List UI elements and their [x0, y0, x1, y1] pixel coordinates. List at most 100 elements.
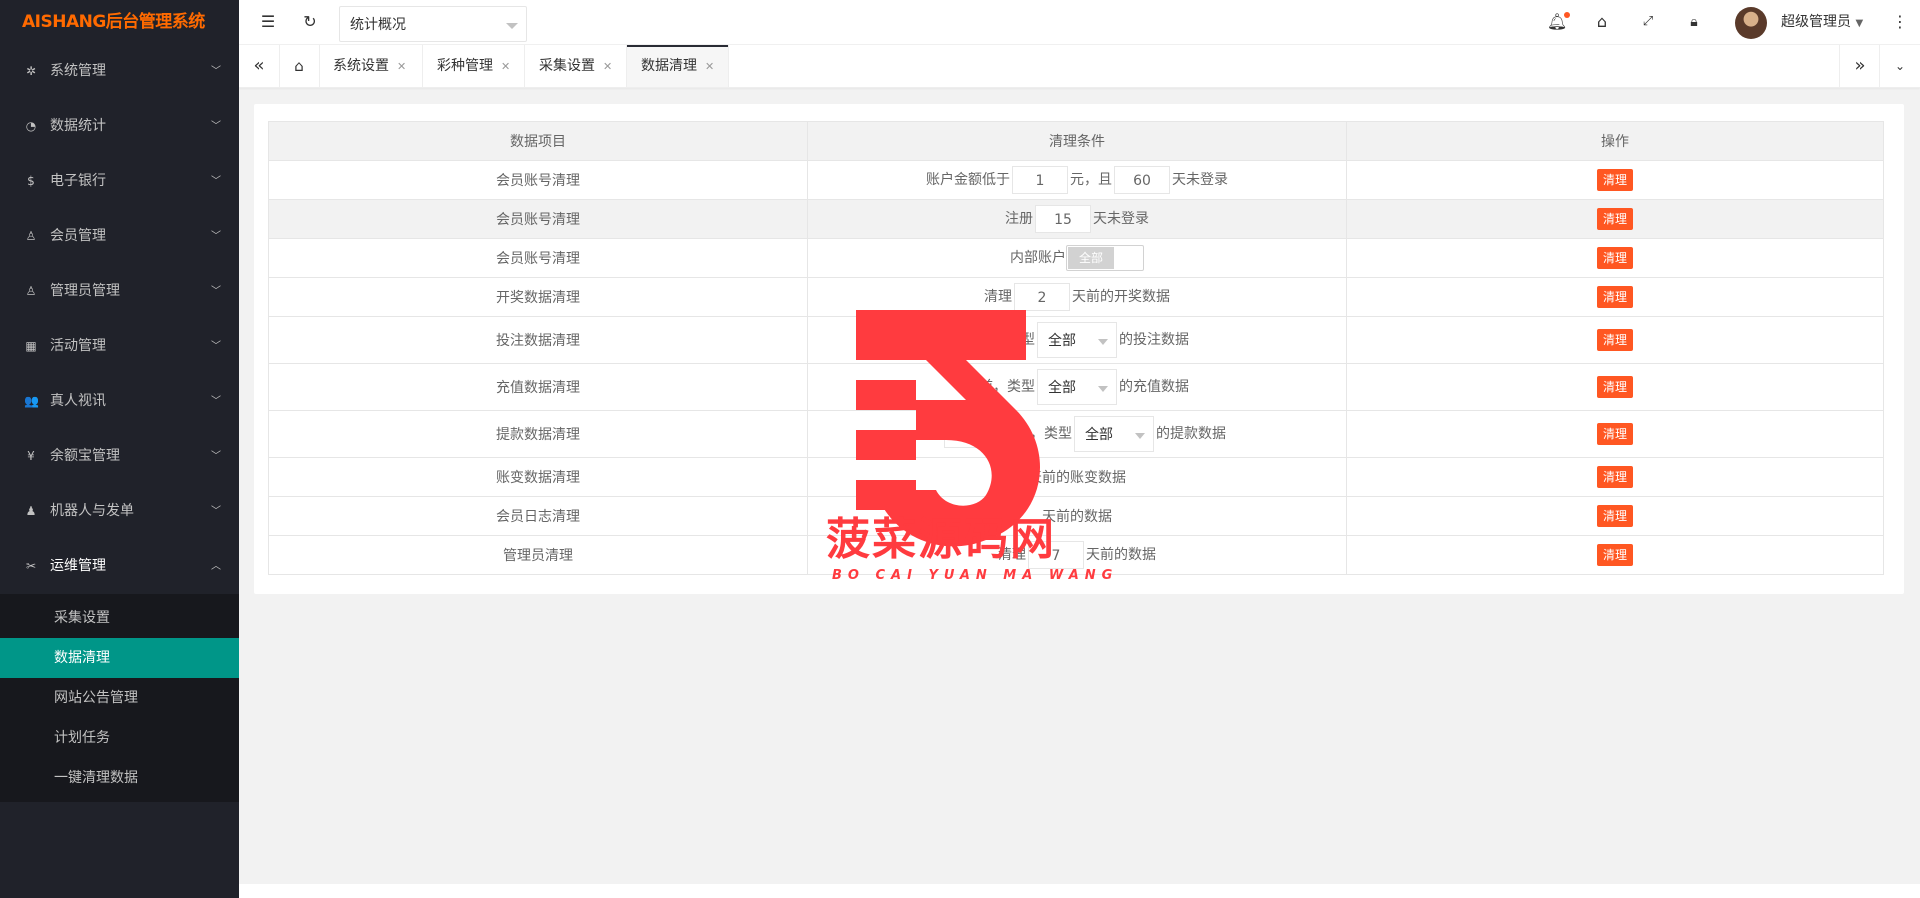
clear-button[interactable]: 清理 — [1596, 544, 1633, 566]
yen-icon: ¥ — [27, 449, 35, 463]
tabs-next-icon[interactable]: » — [1839, 45, 1880, 87]
table-row: 会员账号清理 注册 15 天未登录 清理 — [268, 199, 1884, 239]
cell-item-name: 账变数据清理 — [268, 457, 808, 497]
clear-button[interactable]: 清理 — [1596, 286, 1633, 308]
tab-item[interactable]: 彩种管理 ✕ — [423, 45, 525, 87]
close-icon[interactable]: ✕ — [501, 60, 510, 73]
condition-text: 天前的数据 — [1086, 547, 1156, 563]
clear-button[interactable]: 清理 — [1596, 208, 1633, 230]
refresh-icon[interactable]: ↻ — [295, 0, 325, 44]
stats-select-value: 统计概况 — [350, 17, 406, 33]
sidebar-subitem[interactable]: 网站公告管理 — [0, 678, 239, 718]
sidebar-item[interactable]: $ 电子银行 ﹀ — [0, 154, 239, 209]
lock-icon[interactable]: 🔒︎ — [1679, 0, 1709, 44]
sidebar-item[interactable]: ✲ 系统管理 ﹀ — [0, 44, 239, 99]
sidebar-subitem[interactable]: 计划任务 — [0, 718, 239, 758]
clear-button[interactable]: 清理 — [1596, 466, 1633, 488]
cell-action: 清理 — [1346, 199, 1884, 239]
tab-label: 数据清理 — [641, 58, 697, 74]
sidebar-item[interactable]: ♙ 会员管理 ﹀ — [0, 209, 239, 264]
fullscreen-icon[interactable]: ⤢ — [1633, 0, 1663, 44]
tabs-dropdown-icon[interactable]: ⌄ — [1879, 45, 1920, 87]
chevron-down-icon: ﹀ — [211, 286, 221, 297]
clear-button[interactable]: 清理 — [1596, 423, 1633, 445]
condition-text: 注册 — [1005, 211, 1033, 227]
type-select-value: 全部 — [1048, 333, 1076, 349]
sidebar-item[interactable]: ✂ 运维管理 ︿ — [0, 539, 239, 594]
user-name: 超级管理员 — [1781, 14, 1851, 30]
home-tab-icon[interactable]: ⌂ — [279, 45, 320, 87]
chevron-down-icon: ﹀ — [211, 231, 221, 242]
condition-text: 的提款数据 — [1156, 426, 1226, 442]
dashboard-icon: ◔ — [25, 119, 37, 133]
type-select[interactable]: 全部 — [1074, 416, 1154, 452]
sidebar-item[interactable]: ◔ 数据统计 ﹀ — [0, 99, 239, 154]
tab-item[interactable]: 数据清理 ✕ — [627, 45, 729, 87]
stats-select[interactable]: 统计概况 — [339, 6, 527, 42]
close-icon[interactable]: ✕ — [397, 60, 406, 73]
sidebar-subitem[interactable]: 一键清理数据 — [0, 758, 239, 798]
clear-button[interactable]: 清理 — [1596, 376, 1633, 398]
type-select[interactable]: 全部 — [1037, 322, 1117, 358]
condition-input[interactable]: 45 — [944, 420, 1000, 448]
col-header-action: 操作 — [1346, 121, 1884, 161]
chevron-down-icon — [1098, 386, 1108, 392]
sidebar: AISHANG后台管理系统 ✲ 系统管理 ﹀ ◔ 数据统计 ﹀ $ 电子银行 ﹀ ♙ 会员管理 ﹀ ♙ 管… — [0, 0, 239, 898]
condition-input[interactable]: 60 — [1114, 166, 1170, 194]
condition-text: 内部账户 — [1010, 250, 1066, 266]
notification-dot — [1564, 12, 1570, 18]
type-select-value: 全部 — [1048, 380, 1076, 396]
users-icon: ♙ — [25, 229, 37, 243]
more-icon[interactable]: ⋮ — [1885, 0, 1915, 44]
sidebar-item-label: 机器人与发单 — [50, 503, 134, 519]
sidebar-subnav: 采集设置 数据清理 网站公告管理 计划任务 一键清理数据 — [0, 594, 239, 802]
table-row: 充值数据清理 天前，类型 全部 的充值数据 清理 — [268, 363, 1884, 411]
chevron-down-icon — [1098, 339, 1108, 345]
cell-action: 清理 — [1346, 410, 1884, 458]
sidebar-item[interactable]: ▦ 活动管理 ﹀ — [0, 319, 239, 374]
condition-input[interactable]: 1 — [1012, 166, 1068, 194]
tabs-bar: « ⌂ 系统设置 ✕ 彩种管理 ✕ 采集设置 ✕ 数据清理 ✕ » ⌄ — [239, 45, 1920, 88]
condition-text: 清理 — [984, 289, 1012, 305]
cell-action: 清理 — [1346, 496, 1884, 536]
footer-strip — [239, 884, 1920, 898]
condition-input[interactable]: 2 — [1014, 283, 1070, 311]
sidebar-item[interactable]: ¥ 余额宝管理 ﹀ — [0, 429, 239, 484]
close-icon[interactable]: ✕ — [705, 60, 714, 73]
sidebar-subitem[interactable]: 采集设置 — [0, 598, 239, 638]
tabs-prev-icon[interactable]: « — [239, 45, 280, 87]
cell-action: 清理 — [1346, 316, 1884, 364]
tag-icon[interactable]: ⌂ — [1587, 0, 1617, 44]
caret-down-icon: ▼ — [1855, 18, 1864, 29]
cell-action: 清理 — [1346, 535, 1884, 575]
internal-account-toggle[interactable]: 全部 — [1066, 245, 1144, 271]
clear-button[interactable]: 清理 — [1596, 247, 1633, 269]
tab-item[interactable]: 系统设置 ✕ — [319, 45, 423, 87]
clear-button[interactable]: 清理 — [1596, 169, 1633, 191]
tab-item[interactable]: 采集设置 ✕ — [525, 45, 627, 87]
user-icon: ♙ — [25, 284, 37, 298]
bell-icon[interactable]: 🔔︎ — [1542, 0, 1572, 44]
close-icon[interactable]: ✕ — [603, 60, 612, 73]
content-card: 数据项目 清理条件 操作 会员账号清理 账户金额低于 1 元，且 60 天未登录 清理 会员账… — [254, 104, 1904, 594]
clear-button[interactable]: 清理 — [1596, 505, 1633, 527]
sidebar-item[interactable]: ♙ 管理员管理 ﹀ — [0, 264, 239, 319]
sidebar-item[interactable]: ♟ 机器人与发单 ﹀ — [0, 484, 239, 539]
cell-item-name: 提款数据清理 — [268, 410, 808, 458]
menu-toggle-icon[interactable]: ☰ — [253, 0, 283, 44]
chevron-down-icon: ﹀ — [211, 66, 221, 77]
condition-text: 的充值数据 — [1119, 379, 1189, 395]
type-select-value: 全部 — [1085, 427, 1113, 443]
table-header-row: 数据项目 清理条件 操作 — [268, 121, 1884, 161]
condition-input[interactable]: 15 — [1035, 205, 1091, 233]
tab-label: 彩种管理 — [437, 58, 493, 74]
avatar[interactable] — [1735, 7, 1767, 39]
sidebar-item[interactable]: 👥 真人视讯 ﹀ — [0, 374, 239, 429]
user-menu[interactable]: 超级管理员 ▼ — [1781, 0, 1863, 46]
condition-text: 天前的开奖数据 — [1072, 289, 1170, 305]
chevron-down-icon — [506, 23, 518, 29]
type-select[interactable]: 全部 — [1037, 369, 1117, 405]
cell-item-name: 开奖数据清理 — [268, 277, 808, 317]
clear-button[interactable]: 清理 — [1596, 329, 1633, 351]
sidebar-subitem[interactable]: 数据清理 — [0, 638, 239, 678]
